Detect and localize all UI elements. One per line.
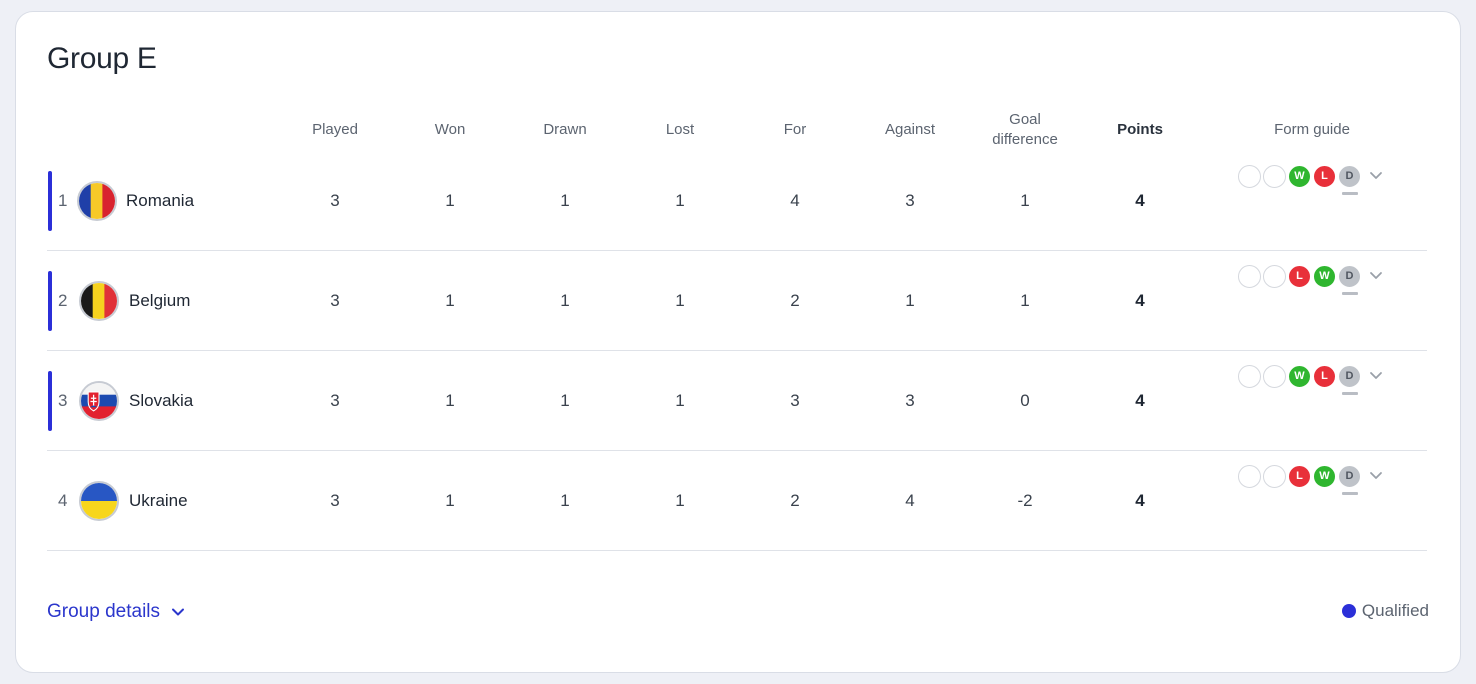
team-name[interactable]: Belgium bbox=[129, 291, 190, 311]
cell-played: 3 bbox=[330, 191, 340, 210]
form-result-d[interactable]: D bbox=[1338, 465, 1361, 488]
form-empty-dot bbox=[1263, 265, 1286, 288]
chevron-down-icon[interactable] bbox=[1368, 467, 1384, 483]
romania-flag-icon bbox=[77, 181, 117, 221]
chevron-down-icon bbox=[172, 608, 185, 616]
form-result-w[interactable]: W bbox=[1313, 265, 1336, 288]
team-position: 3 bbox=[58, 391, 68, 410]
cell-won: 1 bbox=[445, 291, 455, 310]
cell-gd: -2 bbox=[1017, 491, 1033, 510]
team-name[interactable]: Romania bbox=[126, 191, 194, 211]
cell-against: 4 bbox=[905, 491, 915, 510]
cell-for: 4 bbox=[790, 191, 800, 210]
cell-points: 4 bbox=[1135, 491, 1145, 510]
col-against: Against bbox=[884, 121, 936, 138]
cell-lost: 1 bbox=[675, 391, 685, 410]
cell-played: 3 bbox=[330, 291, 340, 310]
cell-played: 3 bbox=[330, 491, 340, 510]
cell-played: 3 bbox=[330, 391, 340, 410]
cell-points: 4 bbox=[1135, 291, 1145, 310]
col-points: Points bbox=[1117, 121, 1163, 138]
group-details-label: Group details bbox=[47, 601, 161, 622]
form-result-l[interactable]: L bbox=[1288, 465, 1311, 488]
table-row[interactable]: 1 Romania 3 1 1 1 4 3 1 4 W L D bbox=[47, 151, 1427, 251]
table-row[interactable]: 4 Ukraine 3 1 1 1 2 4 -2 4 L W D bbox=[47, 451, 1427, 551]
cell-won: 1 bbox=[445, 191, 455, 210]
cell-against: 3 bbox=[905, 391, 915, 410]
slovakia-flag-icon bbox=[79, 381, 119, 421]
latest-result-underline bbox=[1342, 192, 1358, 195]
form-result-d[interactable]: D bbox=[1338, 165, 1361, 188]
col-goal-difference-line2: difference bbox=[992, 131, 1058, 148]
team-name[interactable]: Ukraine bbox=[129, 491, 188, 511]
chevron-down-icon[interactable] bbox=[1368, 367, 1384, 383]
latest-result-underline bbox=[1342, 292, 1358, 295]
col-goal-difference-line1: Goal bbox=[1009, 111, 1041, 128]
cell-against: 3 bbox=[905, 191, 915, 210]
cell-for: 2 bbox=[790, 291, 800, 310]
group-details-button[interactable]: Group details bbox=[47, 600, 186, 624]
form-empty-dot bbox=[1238, 465, 1261, 488]
form-empty-dot bbox=[1238, 165, 1261, 188]
table-row[interactable]: 2 Belgium 3 1 1 1 2 1 1 4 L W D bbox=[47, 251, 1427, 351]
cell-points: 4 bbox=[1135, 391, 1145, 410]
chevron-down-icon[interactable] bbox=[1368, 167, 1384, 183]
cell-against: 1 bbox=[905, 291, 915, 310]
belgium-flag-icon bbox=[79, 281, 119, 321]
form-empty-dot bbox=[1238, 265, 1261, 288]
team-position: 4 bbox=[58, 491, 68, 510]
form-result-w[interactable]: W bbox=[1313, 465, 1336, 488]
group-card: Group E Played Won Drawn Lost For Agains… bbox=[15, 11, 1461, 673]
legend-qualified-label: Qualified bbox=[1361, 601, 1429, 620]
qualified-indicator bbox=[48, 271, 52, 331]
team-name[interactable]: Slovakia bbox=[129, 391, 193, 411]
ukraine-flag-icon bbox=[79, 481, 119, 521]
col-for: For bbox=[783, 121, 807, 138]
form-empty-dot bbox=[1238, 365, 1261, 388]
qualified-indicator bbox=[48, 371, 52, 431]
form-result-d[interactable]: D bbox=[1338, 365, 1361, 388]
team-position: 2 bbox=[58, 291, 68, 310]
cell-won: 1 bbox=[445, 491, 455, 510]
col-played: Played bbox=[312, 121, 358, 138]
form-result-l[interactable]: L bbox=[1313, 365, 1336, 388]
col-won: Won bbox=[434, 121, 466, 138]
form-result-l[interactable]: L bbox=[1313, 165, 1336, 188]
cell-gd: 0 bbox=[1020, 391, 1030, 410]
cell-gd: 1 bbox=[1020, 191, 1030, 210]
form-empty-dot bbox=[1263, 365, 1286, 388]
cell-for: 3 bbox=[790, 391, 800, 410]
cell-for: 2 bbox=[790, 491, 800, 510]
cell-points: 4 bbox=[1135, 191, 1145, 210]
team-position: 1 bbox=[58, 191, 68, 210]
qualified-dot-icon bbox=[1341, 604, 1356, 618]
cell-lost: 1 bbox=[675, 291, 685, 310]
form-empty-dot bbox=[1263, 465, 1286, 488]
cell-won: 1 bbox=[445, 391, 455, 410]
cell-drawn: 1 bbox=[560, 491, 570, 510]
qualified-indicator bbox=[48, 171, 52, 231]
latest-result-underline bbox=[1342, 392, 1358, 395]
cell-gd: 1 bbox=[1020, 291, 1030, 310]
legend: Qualified bbox=[1341, 600, 1429, 622]
form-empty-dot bbox=[1263, 165, 1286, 188]
chevron-down-icon[interactable] bbox=[1368, 267, 1384, 283]
form-result-l[interactable]: L bbox=[1288, 265, 1311, 288]
cell-drawn: 1 bbox=[560, 191, 570, 210]
col-drawn: Drawn bbox=[543, 121, 587, 138]
cell-lost: 1 bbox=[675, 491, 685, 510]
col-goal-difference: Goal difference bbox=[992, 110, 1058, 150]
col-lost: Lost bbox=[665, 121, 695, 138]
cell-lost: 1 bbox=[675, 191, 685, 210]
form-result-d[interactable]: D bbox=[1338, 265, 1361, 288]
cell-drawn: 1 bbox=[560, 391, 570, 410]
cell-drawn: 1 bbox=[560, 291, 570, 310]
col-form-guide: Form guide bbox=[1274, 121, 1350, 138]
table-row[interactable]: 3 Slovakia 3 1 1 1 3 3 0 4 W L D bbox=[47, 351, 1427, 451]
form-result-w[interactable]: W bbox=[1288, 365, 1311, 388]
group-title: Group E bbox=[47, 42, 157, 75]
form-result-w[interactable]: W bbox=[1288, 165, 1311, 188]
latest-result-underline bbox=[1342, 492, 1358, 495]
